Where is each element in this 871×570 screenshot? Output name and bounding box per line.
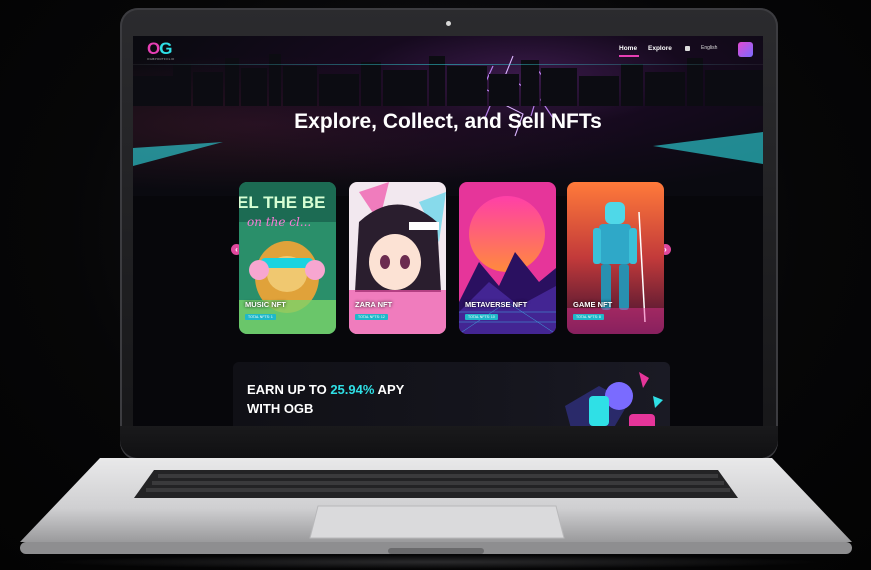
laptop-base: [20, 458, 852, 554]
top-nav: OG OGBPORTFOLIO Home Explore English: [133, 36, 763, 64]
brand-logo[interactable]: OG OGBPORTFOLIO: [147, 39, 183, 61]
laptop-bottom-bezel: [120, 426, 778, 458]
game-nft-art: [567, 182, 664, 334]
earn-headline: EARN UP TO 25.94% APY WITH OGB: [247, 380, 404, 418]
profile-avatar[interactable]: [738, 42, 753, 57]
card-count-badge: TOTAL NFTS: 1: [245, 314, 276, 320]
laptop-screen: OG OGBPORTFOLIO Home Explore English Exp…: [133, 36, 763, 454]
metaverse-nft-art: [459, 182, 556, 334]
card-title: GAME NFT: [573, 300, 613, 309]
laptop-shadow: [40, 555, 830, 569]
nav-divider: [133, 64, 763, 65]
earn-line2: WITH OGB: [247, 401, 314, 416]
card-title: METAVERSE NFT: [465, 300, 528, 309]
nav-active-indicator: [619, 55, 639, 57]
anime-nft-art: [349, 182, 446, 334]
card-count-badge: TOTAL NFTS: 8: [573, 314, 604, 320]
collection-card-anime[interactable]: ZARA NFT TOTAL NFTS: 12: [349, 182, 446, 334]
music-nft-art: EL THE BE on the cl...: [239, 182, 336, 334]
earn-prefix: EARN UP TO: [247, 382, 331, 397]
collection-card-music[interactable]: EL THE BE on the cl... MUSIC NFT TOTAL N…: [239, 182, 336, 334]
card-art-text: EL THE BE: [239, 193, 325, 212]
chevron-left-icon: ‹: [235, 245, 238, 254]
wallet-icon[interactable]: [685, 46, 690, 51]
nav-home-link[interactable]: Home: [619, 45, 637, 52]
chevron-right-icon: ›: [664, 245, 667, 254]
earn-apy-value: 25.94%: [330, 382, 375, 397]
logo-subtext: OGBPORTFOLIO: [147, 57, 175, 61]
card-count-badge: TOTAL NFTS: 10: [465, 314, 498, 320]
card-title: ZARA NFT: [355, 300, 393, 309]
nav-explore-link[interactable]: Explore: [648, 45, 672, 52]
card-count-badge: TOTAL NFTS: 12: [355, 314, 388, 320]
earn-suffix: APY: [374, 382, 405, 397]
logo-mark: OG: [147, 39, 172, 58]
webcam: [446, 21, 451, 26]
card-art-script: on the cl...: [247, 215, 311, 229]
card-title: MUSIC NFT: [245, 300, 286, 309]
collection-card-game[interactable]: GAME NFT TOTAL NFTS: 8: [567, 182, 664, 334]
hero-title: Explore, Collect, and Sell NFTs: [294, 110, 602, 133]
collection-card-metaverse[interactable]: METAVERSE NFT TOTAL NFTS: 10: [459, 182, 556, 334]
language-selector[interactable]: English: [701, 45, 717, 51]
